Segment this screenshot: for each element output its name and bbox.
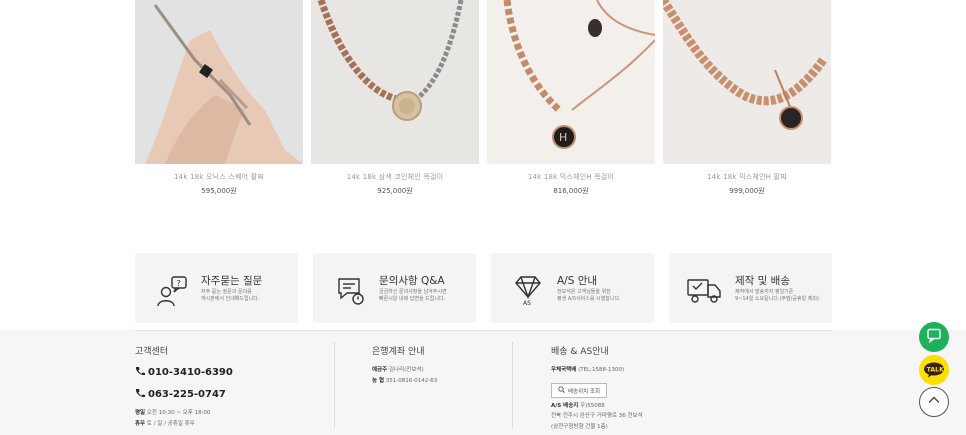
bank-account-value: 351-0816-0142-63 [385,378,438,384]
diamond-icon: AS [511,273,545,307]
column-divider [334,342,335,428]
bank-title: 은행계좌 안내 [372,347,425,357]
business-hours: 평일 오전 10:30 ~ 오후 18:00 [135,408,325,419]
as-address: A/S 배송지 우)55088 [551,401,711,412]
card-title: 문의사항 Q&A [379,275,445,287]
bank-holder-value: 김나리(전보석) [388,367,424,373]
ship-title: 배송 & AS안내 [551,347,609,357]
card-description: 전보석은 고객님들을 위한 평생 A/S서비스를 시행합니다. [557,289,649,303]
svg-text:?: ? [177,279,181,288]
product-card[interactable]: 14k 18k 삼색 코인체인 목걸이 925,000원 [311,0,479,196]
search-icon [558,386,566,395]
product-name[interactable]: 14k 18k 오닉스 스퀘어 팔찌 [135,172,303,182]
card-desc-line: 게시판에서 안내해드립니다. [201,296,260,302]
kakao-talk-icon: TALK [924,362,944,378]
chat-button[interactable] [919,322,949,352]
card-title: A/S 안내 [557,275,598,287]
phone-1[interactable]: 010-3410-6390 [135,366,325,379]
bank-holder-label: 예금주 [372,367,388,373]
phone-2[interactable]: 063-225-0747 [135,388,325,401]
shipping-info: 배송 & AS안내 우체국택배 (TEL:1588-1300) 배송위치 조회 … [551,344,711,433]
bank-holder: 예금주 김나리(전보석) [372,365,502,376]
as-card[interactable]: AS A/S 안내 전보석은 고객님들을 위한 평생 A/S서비스를 시행합니다… [491,253,654,323]
scroll-top-button[interactable] [919,387,949,417]
phone-icon [135,366,145,379]
track-delivery-button[interactable]: 배송위치 조회 [551,383,608,398]
product-card[interactable]: 14k 18k 오닉스 스퀘어 팔찌 595,000원 [135,0,303,196]
product-price: 925,000원 [377,187,413,195]
as-zip: 우)55088 [580,403,605,409]
courier-info: 우체국택배 (TEL:1588-1300) [551,365,711,376]
footer-divider [135,330,832,331]
hours-label: 평일 [135,410,146,416]
product-price: 595,000원 [201,187,237,195]
service-cards: ? 자주묻는 질문 자주 묻는 질문과 문의를 게시판에서 안내해드립니다. 문… [135,253,835,323]
closed-label: 휴무 [135,421,146,427]
delivery-truck-icon [685,273,725,307]
card-desc-line: 제작에서 발송까지 평일기준 [735,289,794,295]
footer: 고객센터 010-3410-6390 063-225-0747 평일 오전 10… [0,330,966,435]
phone-icon [135,388,145,401]
chevron-up-icon [926,392,942,412]
card-desc-line: 궁금하신 문의사항을 남겨주시면 [379,289,447,295]
qa-chat-icon [333,273,367,307]
product-name[interactable]: 14k 18k 믹스체인H 목걸이 [487,172,655,182]
product-card[interactable]: 14k 18k 믹스체인H 팔찌 999,000원 [663,0,831,196]
card-desc-line: 9~14일 소요됩니다.(주말/공휴일 제외) [735,296,819,302]
qa-card[interactable]: 문의사항 Q&A 궁금하신 문의사항을 남겨주시면 빠른시일 내에 답변을 드립… [313,253,476,323]
svg-text:H: H [559,131,567,144]
cs-title: 고객센터 [135,347,169,357]
card-title: 자주묻는 질문 [201,275,263,287]
delivery-card[interactable]: 제작 및 배송 제작에서 발송까지 평일기준 9~14일 소요됩니다.(주말/공… [669,253,832,323]
bank-account-label: 농 협 [372,378,385,384]
closed-days: 휴무 토 / 일 / 공휴일 휴무 [135,419,325,430]
product-name[interactable]: 14k 18k 믹스체인H 팔찌 [663,172,831,182]
card-desc-line: 전보석은 고객님들을 위한 [557,289,611,295]
product-card[interactable]: H 14k 18k 믹스체인H 목걸이 816,000원 [487,0,655,196]
product-image[interactable]: H [487,0,655,164]
closed-value: 토 / 일 / 공휴일 휴무 [146,421,195,427]
kakao-talk-button[interactable]: TALK [919,355,949,385]
card-description: 제작에서 발송까지 평일기준 9~14일 소요됩니다.(주말/공휴일 제외) [735,289,831,303]
chat-bubble-icon [926,327,942,347]
customer-center: 고객센터 010-3410-6390 063-225-0747 평일 오전 10… [135,344,325,430]
bank-account: 농 협 351-0816-0142-63 [372,376,502,387]
svg-text:AS: AS [523,300,531,307]
bank-info: 은행계좌 안내 예금주 김나리(전보석) 농 협 351-0816-0142-6… [372,344,502,387]
faq-person-icon: ? [155,273,189,307]
hours-value: 오전 10:30 ~ 오후 18:00 [146,410,211,416]
courier-label: 우체국택배 [551,367,577,373]
track-button-label[interactable]: 배송위치 조회 [568,387,600,395]
faq-card[interactable]: ? 자주묻는 질문 자주 묻는 질문과 문의를 게시판에서 안내해드립니다. [135,253,298,323]
product-grid: 14k 18k 오닉스 스퀘어 팔찌 595,000원 14k 18k 삼색 코… [135,0,835,200]
column-divider [512,342,513,428]
page: 14k 18k 오닉스 스퀘어 팔찌 595,000원 14k 18k 삼색 코… [0,0,966,435]
kakao-talk-label: TALK [927,366,944,373]
card-title: 제작 및 배송 [735,275,790,287]
card-desc-line: 평생 A/S서비스를 시행합니다. [557,296,621,302]
card-desc-line: 빠른시일 내에 답변을 드립니다. [379,296,446,302]
courier-phone: (TEL:1588-1300) [578,367,625,373]
as-label: A/S 배송지 [551,403,579,409]
card-desc-line: 자주 묻는 질문과 문의를 [201,289,252,295]
card-description: 궁금하신 문의사항을 남겨주시면 빠른시일 내에 답변을 드립니다. [379,289,471,303]
product-image[interactable] [311,0,479,164]
product-image[interactable] [663,0,831,164]
card-description: 자주 묻는 질문과 문의를 게시판에서 안내해드립니다. [201,289,293,303]
product-price: 999,000원 [729,187,765,195]
as-address-line: (삼천구청방향 건물 1층) [551,424,608,430]
product-name[interactable]: 14k 18k 삼색 코인체인 목걸이 [311,172,479,182]
phone-number[interactable]: 010-3410-6390 [148,367,233,378]
phone-number[interactable]: 063-225-0747 [148,389,226,400]
product-price: 816,000원 [553,187,589,195]
product-image[interactable] [135,0,303,164]
as-address-line: 전북 전주시 완산구 거마평로 36 전보석 [551,413,643,419]
